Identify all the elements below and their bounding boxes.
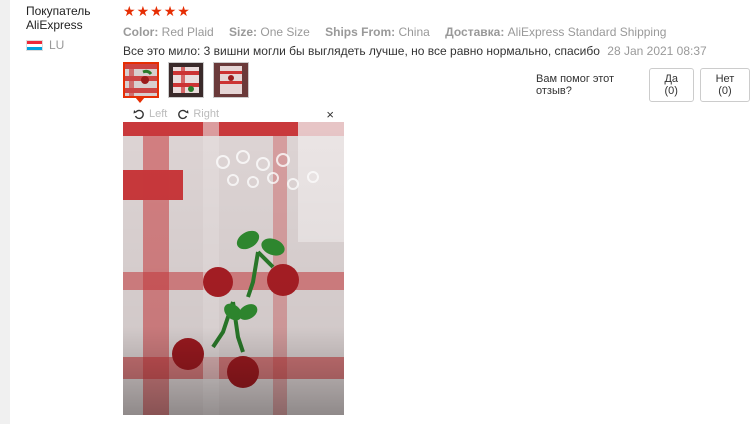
active-thumbnail-pointer: [135, 97, 145, 103]
review-photo-thumbnails: [123, 62, 249, 98]
star-icon: ★: [163, 3, 177, 19]
helpful-prompt: Вам помог этот отзыв? Да (0) Нет (0): [536, 68, 750, 102]
photo-viewer-toolbar: Left Right ×: [123, 106, 344, 122]
flag-lu-icon: [26, 39, 43, 51]
size-value: One Size: [260, 25, 310, 39]
photo-thumbnail[interactable]: [123, 62, 159, 98]
size-label: Size:: [229, 25, 258, 39]
helpful-no-button[interactable]: Нет (0): [699, 68, 750, 102]
review-body: ★ ★ ★ ★ ★ Color: Red Plaid Size: One Siz…: [123, 4, 748, 58]
photo-thumbnail[interactable]: [168, 62, 204, 98]
star-icon: ★: [136, 3, 150, 19]
photo-thumbnail[interactable]: [213, 62, 249, 98]
color-label: Color:: [123, 25, 159, 39]
helpful-yes-button[interactable]: Да (0): [648, 68, 694, 102]
review-text-line: Все это мило: 3 вишни могли бы выглядеть…: [123, 44, 748, 58]
color-value: Red Plaid: [161, 25, 214, 39]
star-icon: ★: [150, 3, 163, 19]
ships-from-label: Ships From:: [325, 25, 396, 39]
reviewer-info: Покупатель AliExpress LU: [26, 4, 116, 52]
star-icon: ★: [123, 3, 136, 19]
left-strip: [0, 0, 10, 424]
rotate-left-label: Left: [149, 108, 168, 120]
close-icon[interactable]: ×: [326, 107, 334, 122]
rotate-right-button[interactable]: Right: [177, 108, 219, 120]
ships-from-value: China: [398, 25, 430, 39]
helpful-question: Вам помог этот отзыв?: [536, 73, 615, 97]
rating-stars: ★ ★ ★ ★ ★: [123, 4, 748, 18]
star-icon: ★: [177, 3, 190, 19]
rotate-left-icon: [133, 109, 144, 120]
rotate-left-button[interactable]: Left: [133, 108, 167, 120]
review-text: Все это мило: 3 вишни могли бы выглядеть…: [123, 44, 600, 58]
order-attributes: Color: Red Plaid Size: One Size Ships Fr…: [123, 25, 748, 39]
delivery-value: AliExpress Standard Shipping: [507, 25, 667, 39]
review-date: 28 Jan 2021 08:37: [607, 44, 707, 58]
rotate-right-label: Right: [193, 108, 220, 120]
photo-viewer: Left Right ×: [123, 106, 344, 415]
review-photo: [123, 122, 344, 415]
country-code: LU: [49, 38, 65, 52]
delivery-label: Доставка:: [445, 25, 505, 39]
reviewer-name: Покупатель AliExpress: [26, 4, 91, 32]
rotate-right-icon: [178, 109, 189, 120]
reviewer-country: LU: [26, 38, 116, 52]
